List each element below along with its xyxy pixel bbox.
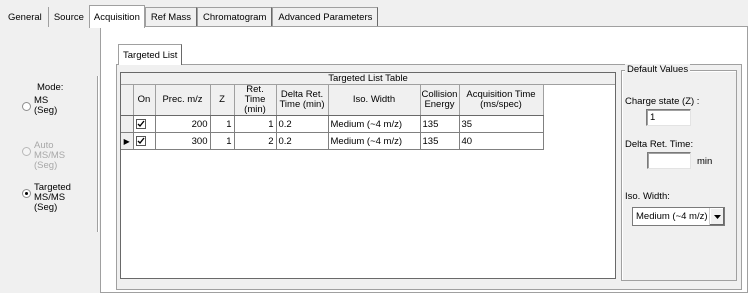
row-indicator[interactable] [121, 115, 134, 133]
cell-on[interactable] [133, 132, 156, 150]
delta-ret-time-input[interactable] [647, 152, 691, 169]
table-row[interactable]: ▶ 300 1 2 0.2 Medium (~4 m/z) 135 40 [121, 132, 544, 150]
tab-chromatogram[interactable]: Chromatogram [197, 7, 273, 27]
radio-label-line: (Seg) [34, 105, 58, 116]
tab-source[interactable]: Source [47, 7, 89, 27]
charge-state-label: Charge state (Z) : [625, 96, 700, 107]
arrow-right-icon: ▶ [123, 136, 130, 146]
radio-label-line: (Seg) [34, 202, 58, 213]
cell-collision-energy[interactable]: 135 [420, 115, 460, 133]
radio-label-line: (Seg) [34, 160, 58, 171]
mode-targeted-msms-radio[interactable]: Targeted MS/MS (Seg) [22, 183, 71, 213]
targeted-list-table: On Prec. m/z Z Ret. Time (min) Delta Ret… [121, 85, 544, 150]
cell-acquisition-time[interactable]: 35 [459, 115, 544, 133]
iso-width-label: Iso. Width: [625, 191, 670, 202]
table-row[interactable]: 200 1 1 0.2 Medium (~4 m/z) 135 35 [121, 115, 544, 133]
tab-ref-mass[interactable]: Ref Mass [144, 7, 197, 27]
tab-label: General [8, 11, 42, 23]
mode-label: Mode: [37, 82, 64, 93]
column-header-on[interactable]: On [133, 85, 156, 116]
chevron-down-icon[interactable] [709, 208, 724, 225]
column-header-collision-energy[interactable]: Collision Energy [420, 85, 460, 116]
tab-general[interactable]: General [3, 7, 47, 27]
cell-ret-time[interactable]: 1 [234, 115, 277, 133]
tab-label: Targeted List [123, 49, 178, 61]
tab-label: Chromatogram [203, 12, 267, 23]
cell-prec-mz[interactable]: 200 [155, 115, 211, 133]
cell-iso-width[interactable]: Medium (~4 m/z) [328, 115, 421, 133]
cell-delta-ret-time[interactable]: 0.2 [276, 115, 329, 133]
column-header-delta-ret-time[interactable]: Delta Ret. Time (min) [276, 85, 329, 116]
mode-auto-msms-radio[interactable]: Auto MS/MS (Seg) [22, 141, 65, 171]
grid-title: Targeted List Table [121, 73, 615, 85]
delta-ret-time-label: Delta Ret. Time: [625, 139, 694, 150]
cell-z[interactable]: 1 [210, 132, 235, 150]
charge-state-input[interactable]: 1 [646, 109, 691, 126]
tab-label: Acquisition [93, 11, 140, 23]
mode-divider [97, 76, 99, 232]
row-header-corner [121, 85, 134, 116]
radio-icon [22, 147, 31, 156]
iso-width-select[interactable]: Medium (~4 m/z) [632, 207, 725, 226]
cell-delta-ret-time[interactable]: 0.2 [276, 132, 329, 150]
column-header-z[interactable]: Z [210, 85, 235, 116]
checkmark-icon[interactable] [135, 118, 146, 129]
checkmark-icon[interactable] [135, 135, 146, 146]
radio-icon [22, 189, 31, 198]
cell-acquisition-time[interactable]: 40 [459, 132, 544, 150]
cell-on[interactable] [133, 115, 156, 133]
radio-icon [22, 102, 31, 111]
delta-ret-time-unit: min [697, 156, 713, 167]
cell-prec-mz[interactable]: 300 [155, 132, 211, 150]
tab-advanced-parameters[interactable]: Advanced Parameters [272, 7, 379, 27]
cell-z[interactable]: 1 [210, 115, 235, 133]
mode-ms-radio[interactable]: MS (Seg) [22, 96, 57, 116]
row-indicator[interactable]: ▶ [121, 132, 134, 150]
tab-label: Ref Mass [150, 12, 191, 23]
column-header-iso-width[interactable]: Iso. Width [328, 85, 421, 116]
cell-ret-time[interactable]: 2 [234, 132, 277, 150]
tab-label: Advanced Parameters [278, 12, 373, 23]
top-tab-strip: General Source Acquisition Ref Mass Chro… [3, 5, 379, 28]
iso-width-selected: Medium (~4 m/z) [636, 211, 708, 222]
column-header-ret-time[interactable]: Ret. Time (min) [234, 85, 277, 116]
tab-acquisition[interactable]: Acquisition [88, 5, 145, 28]
targeted-list-grid[interactable]: Targeted List Table On Prec. m/z Z Ret. … [120, 72, 616, 279]
tab-label: Source [53, 11, 84, 23]
cell-collision-energy[interactable]: 135 [420, 132, 460, 150]
default-values-legend: Default Values [625, 64, 691, 75]
column-header-acquisition-time[interactable]: Acquisition Time (ms/spec) [459, 85, 544, 116]
cell-iso-width[interactable]: Medium (~4 m/z) [328, 132, 421, 150]
column-header-prec-mz[interactable]: Prec. m/z [155, 85, 211, 116]
tab-targeted-list[interactable]: Targeted List [118, 44, 182, 65]
